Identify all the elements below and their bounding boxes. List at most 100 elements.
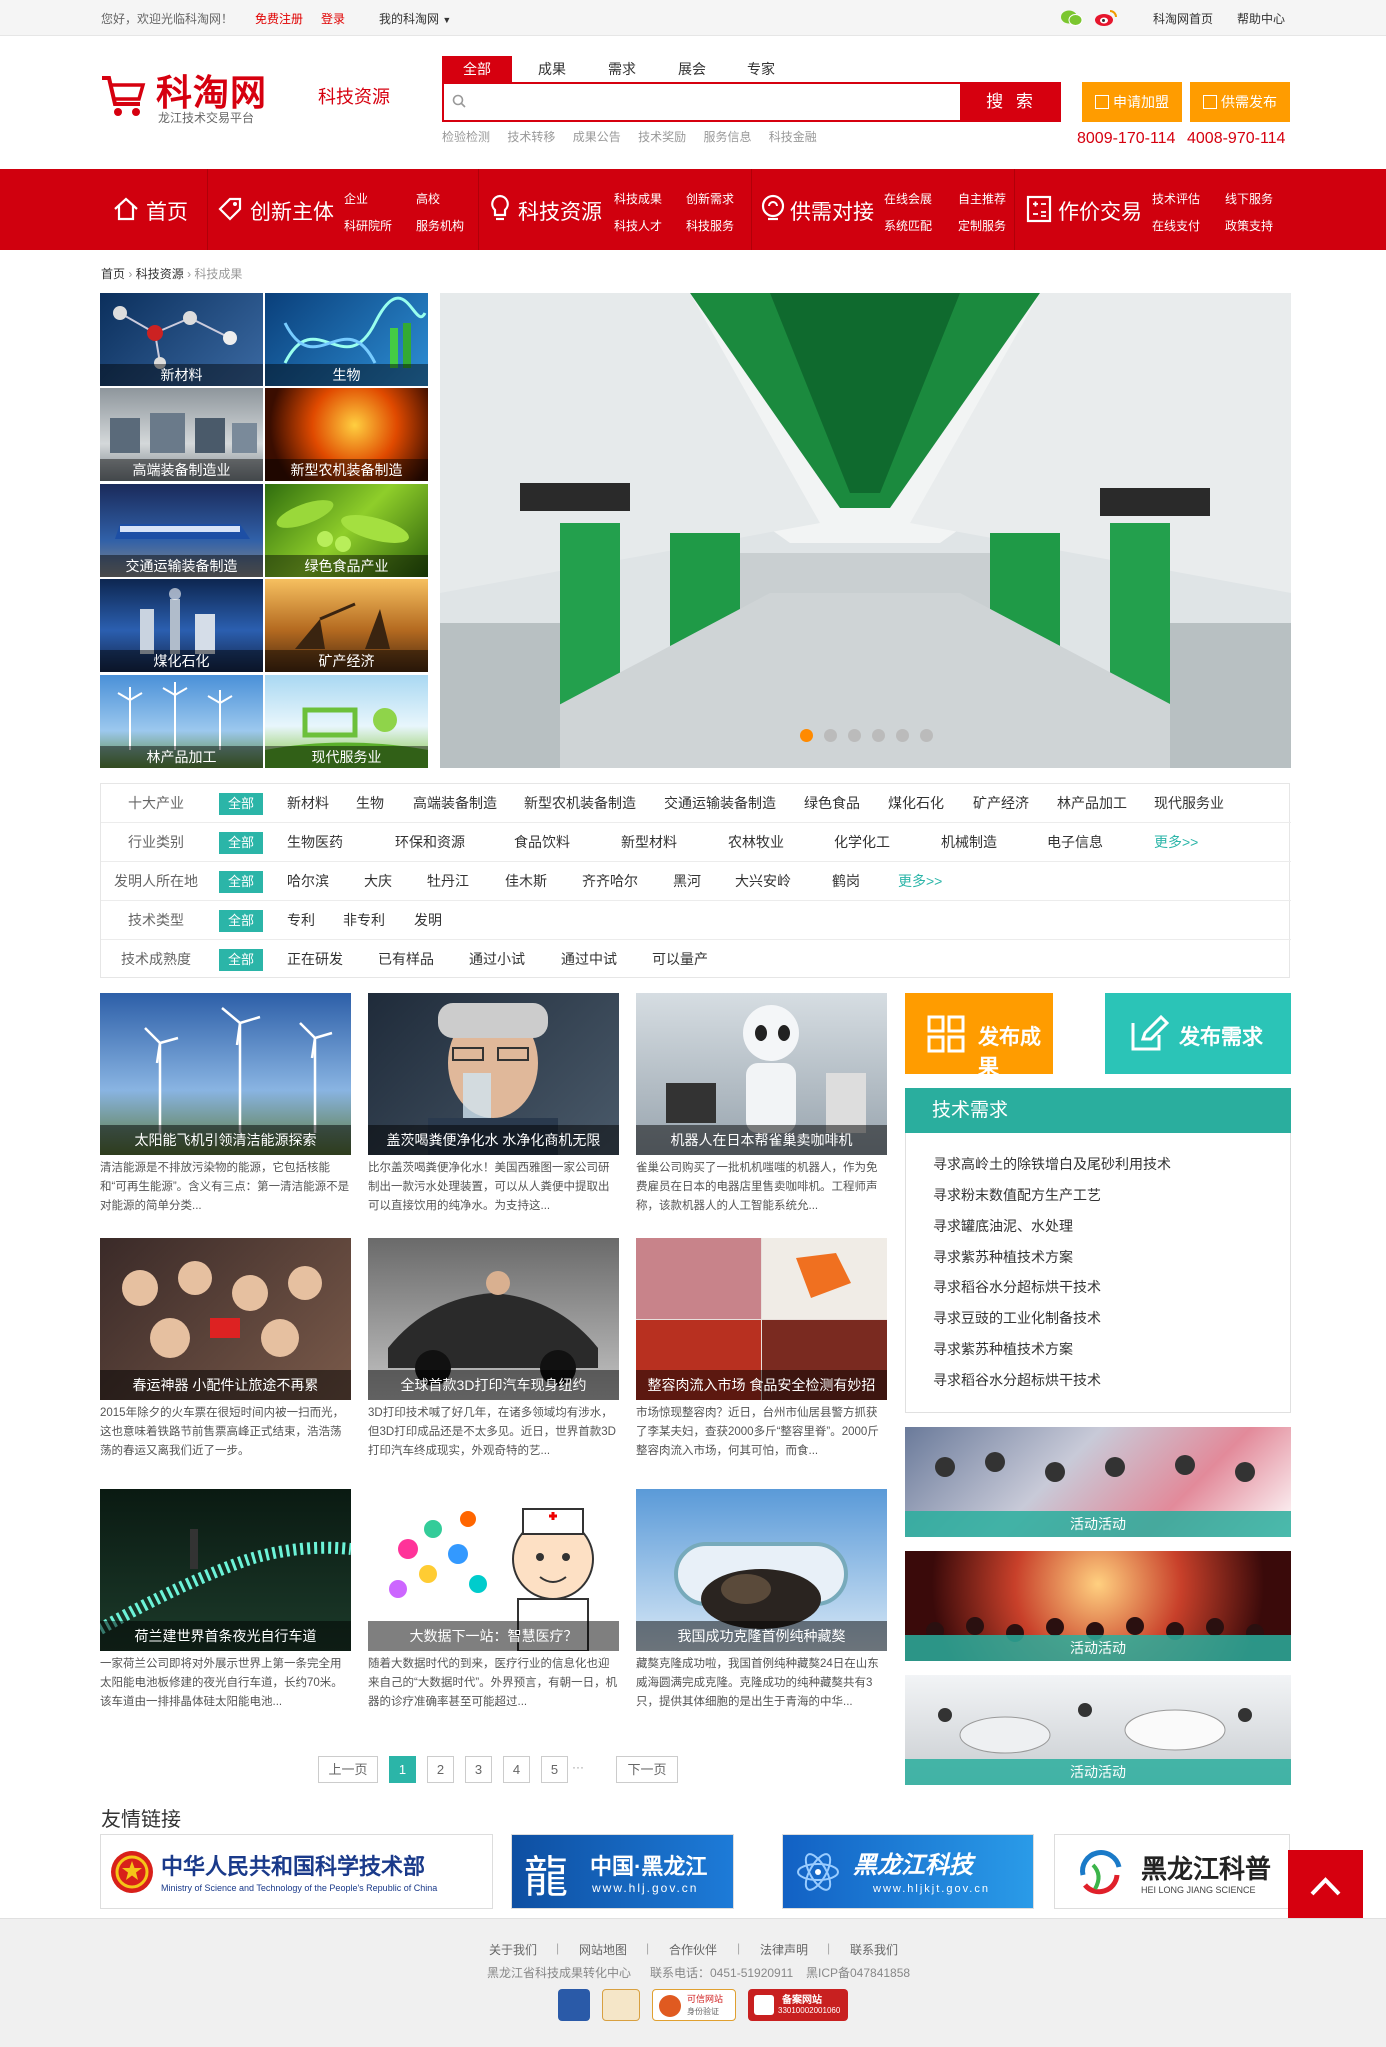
- filter-option[interactable]: 交通运输装备制造: [664, 784, 776, 823]
- site-home-link[interactable]: 科淘网首页: [1153, 10, 1213, 27]
- nav-sub-item[interactable]: 技术评估: [1152, 190, 1200, 207]
- category-tile[interactable]: 新材料: [100, 293, 263, 386]
- carousel-dot[interactable]: [800, 729, 813, 742]
- my-account-menu[interactable]: 我的科淘网 ▼: [379, 10, 451, 27]
- carousel-dot[interactable]: [848, 729, 861, 742]
- register-link[interactable]: 免费注册: [255, 10, 303, 27]
- news-image[interactable]: 春运神器 小配件让旅途不再累: [100, 1238, 351, 1400]
- filter-all-button[interactable]: 全部: [219, 793, 263, 815]
- nav-sub-item[interactable]: 企业: [344, 190, 368, 207]
- activity-card[interactable]: 活动活动: [905, 1675, 1291, 1785]
- page-number-2[interactable]: 2: [427, 1756, 454, 1783]
- filter-option[interactable]: 新型材料: [621, 823, 677, 862]
- filter-option[interactable]: 哈尔滨: [287, 862, 329, 901]
- filter-option[interactable]: 大兴安岭: [735, 862, 791, 901]
- nav-sub-item[interactable]: 定制服务: [958, 217, 1006, 234]
- news-card[interactable]: 大数据下一站：智慧医疗？ 随着大数据时代的到来，医疗行业的信息化也迎来自己的“大…: [368, 1489, 619, 1712]
- news-card[interactable]: 荷兰建世界首条夜光自行车道 一家荷兰公司即将对外展示世界上第一条完全用太阳能电池…: [100, 1489, 351, 1712]
- news-image[interactable]: 机器人在日本帮雀巢卖咖啡机: [636, 993, 887, 1155]
- hot-word[interactable]: 服务信息: [703, 130, 751, 144]
- supply-publish-button[interactable]: 供需发布: [1190, 82, 1290, 122]
- prev-page-button[interactable]: 上一页: [318, 1756, 378, 1783]
- filter-option[interactable]: 正在研发: [287, 940, 343, 979]
- footer-link[interactable]: 法律声明: [760, 1941, 808, 1958]
- emblem-badge-icon[interactable]: [602, 1989, 640, 2021]
- filter-option[interactable]: 齐齐哈尔: [582, 862, 638, 901]
- carousel-dot[interactable]: [920, 729, 933, 742]
- page-number-1[interactable]: 1: [389, 1756, 416, 1783]
- filter-option[interactable]: 佳木斯: [505, 862, 547, 901]
- news-card[interactable]: 全球首款3D打印汽车现身纽约 3D打印技术喊了好几年，在诸多领域均有涉水，但3D…: [368, 1238, 619, 1461]
- link-most[interactable]: 中华人民共和国科学技术部 Ministry of Science and Tec…: [100, 1834, 493, 1909]
- news-card[interactable]: 盖茨喝粪便净化水 水净化商机无限 比尔盖茨喝粪便净化水！美国西雅图一家公司研制出…: [368, 993, 619, 1216]
- hot-word[interactable]: 技术奖励: [638, 130, 686, 144]
- carousel-dot[interactable]: [824, 729, 837, 742]
- filter-option[interactable]: 电子信息: [1047, 823, 1103, 862]
- footer-link[interactable]: 合作伙伴: [669, 1941, 717, 1958]
- activity-card[interactable]: 活动活动: [905, 1427, 1291, 1537]
- filter-option[interactable]: 农林牧业: [728, 823, 784, 862]
- carousel-dot[interactable]: [896, 729, 909, 742]
- news-image[interactable]: 整容肉流入市场 食品安全检测有妙招: [636, 1238, 887, 1400]
- weibo-icon[interactable]: [1094, 9, 1117, 27]
- nav-supply-demand[interactable]: 供需对接: [790, 196, 874, 226]
- filter-option[interactable]: 机械制造: [941, 823, 997, 862]
- more-link[interactable]: 更多>>: [1154, 823, 1198, 862]
- nav-sub-item[interactable]: 在线会展: [884, 190, 932, 207]
- filter-option[interactable]: 新型农机装备制造: [524, 784, 636, 823]
- page-number-5[interactable]: 5: [541, 1756, 568, 1783]
- cart-logo-icon[interactable]: [100, 70, 146, 120]
- nav-sub-item[interactable]: 自主推荐: [958, 190, 1006, 207]
- link-kepu[interactable]: 黑龙江科普 HEI LONG JIANG SCIENCE: [1054, 1834, 1290, 1909]
- news-image[interactable]: 我国成功克隆首例纯种藏獒: [636, 1489, 887, 1651]
- hot-word[interactable]: 检验检测: [442, 130, 490, 144]
- news-image[interactable]: 大数据下一站：智慧医疗？: [368, 1489, 619, 1651]
- demand-item[interactable]: 寻求罐底油泥、水处理: [933, 1216, 1073, 1236]
- demand-item[interactable]: 寻求紫苏种植技术方案: [933, 1247, 1073, 1267]
- search-tab-all[interactable]: 全部: [442, 56, 512, 82]
- footer-link[interactable]: 关于我们: [489, 1941, 537, 1958]
- back-to-top-button[interactable]: [1288, 1850, 1363, 1925]
- filter-all-button[interactable]: 全部: [219, 910, 263, 932]
- breadcrumb-home[interactable]: 首页: [101, 267, 125, 281]
- filter-option[interactable]: 现代服务业: [1154, 784, 1224, 823]
- link-hljkjt[interactable]: 黑龙江科技 www.hljkjt.gov.cn: [782, 1834, 1034, 1909]
- filter-option[interactable]: 通过中试: [561, 940, 617, 979]
- demand-item[interactable]: 寻求高岭土的除铁增白及尾砂利用技术: [933, 1154, 1171, 1174]
- police-badge-icon[interactable]: [558, 1989, 590, 2021]
- banner-carousel[interactable]: [440, 293, 1291, 768]
- nav-sub-item[interactable]: 服务机构: [416, 217, 464, 234]
- page-number-3[interactable]: 3: [465, 1756, 492, 1783]
- nav-innovation-body[interactable]: 创新主体: [250, 196, 334, 226]
- search-tab-expos[interactable]: 展会: [662, 56, 722, 82]
- category-tile[interactable]: 新型农机装备制造: [265, 388, 428, 481]
- nav-sub-item[interactable]: 在线支付: [1152, 217, 1200, 234]
- carousel-dot[interactable]: [872, 729, 885, 742]
- category-tile[interactable]: 生物: [265, 293, 428, 386]
- news-image[interactable]: 全球首款3D打印汽车现身纽约: [368, 1238, 619, 1400]
- nav-sub-item[interactable]: 创新需求: [686, 190, 734, 207]
- category-tile[interactable]: 高端装备制造业: [100, 388, 263, 481]
- filter-option[interactable]: 通过小试: [469, 940, 525, 979]
- nav-sub-item[interactable]: 科研院所: [344, 217, 392, 234]
- hot-word[interactable]: 科技金融: [769, 130, 817, 144]
- filter-all-button[interactable]: 全部: [219, 949, 263, 971]
- filter-option[interactable]: 牡丹江: [427, 862, 469, 901]
- filter-all-button[interactable]: 全部: [219, 871, 263, 893]
- footer-link[interactable]: 联系我们: [850, 1941, 898, 1958]
- nav-sub-item[interactable]: 系统匹配: [884, 217, 932, 234]
- search-input[interactable]: [442, 82, 962, 122]
- breadcrumb-resources[interactable]: 科技资源: [136, 267, 184, 281]
- news-image[interactable]: 太阳能飞机引领清洁能源探索: [100, 993, 351, 1155]
- page-number-4[interactable]: 4: [503, 1756, 530, 1783]
- filter-option[interactable]: 环保和资源: [395, 823, 465, 862]
- filter-option[interactable]: 已有样品: [378, 940, 434, 979]
- nav-sub-item[interactable]: 科技成果: [614, 190, 662, 207]
- category-tile[interactable]: 交通运输装备制造: [100, 484, 263, 577]
- nav-sub-item[interactable]: 科技服务: [686, 217, 734, 234]
- publish-demand-button[interactable]: 发布需求: [1105, 993, 1291, 1074]
- news-image[interactable]: 荷兰建世界首条夜光自行车道: [100, 1489, 351, 1651]
- news-card[interactable]: 我国成功克隆首例纯种藏獒 藏獒克隆成功啦，我国首例纯种藏獒24日在山东威海圆满完…: [636, 1489, 887, 1712]
- filter-option[interactable]: 新材料: [287, 784, 329, 823]
- footer-link[interactable]: 网站地图: [579, 1941, 627, 1958]
